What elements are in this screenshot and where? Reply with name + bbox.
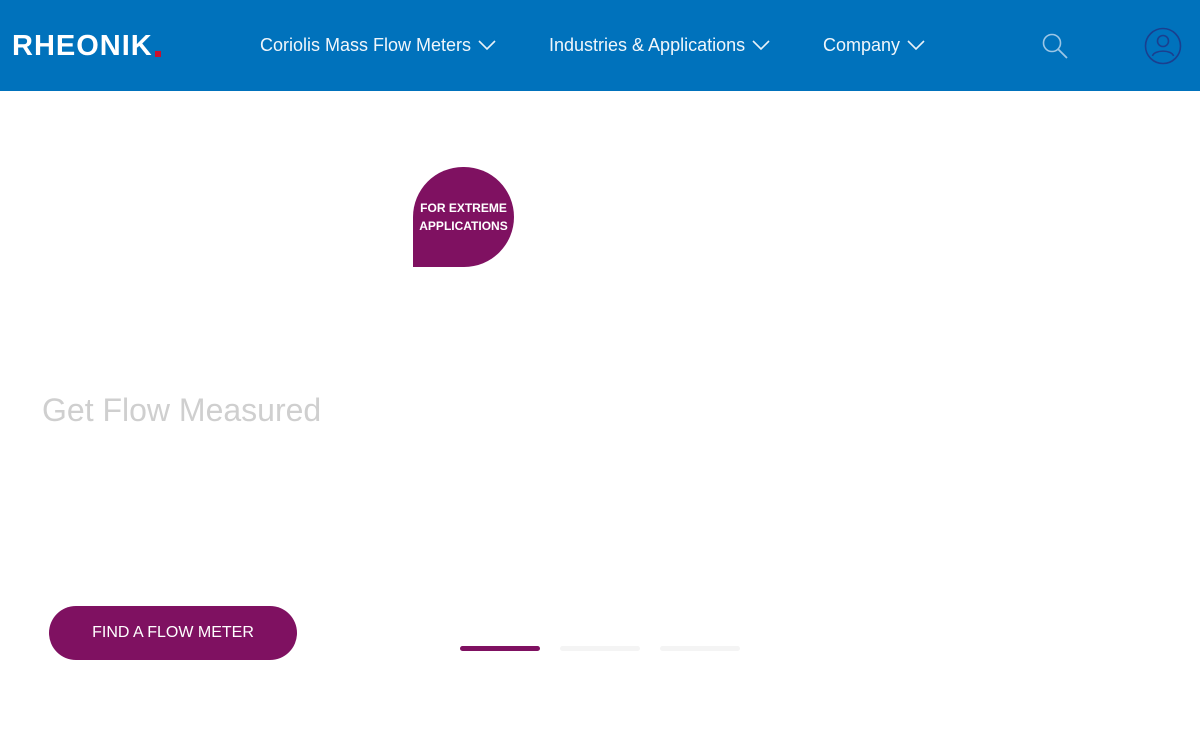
hero-title: Get Flow Measured	[42, 392, 322, 428]
slide-indicator-1-active[interactable]	[460, 646, 540, 651]
account-button[interactable]	[1144, 27, 1182, 65]
chevron-down-icon	[907, 40, 925, 51]
user-icon	[1144, 27, 1182, 65]
chevron-down-icon	[752, 40, 770, 51]
nav-label-coriolis: Coriolis Mass Flow Meters	[260, 34, 472, 55]
top-navigation-bar: RHEONIK Coriolis Mass Flow Meters Indust…	[0, 0, 1200, 91]
nav-industries-applications[interactable]: Industries & Applications	[549, 30, 770, 60]
logo-text: RHEONIK	[12, 30, 153, 62]
rheonik-logo[interactable]: RHEONIK	[12, 31, 161, 61]
chevron-down-icon	[478, 40, 496, 51]
nav-label-company: Company	[823, 34, 901, 55]
badge-line-2: APPLICATIONS	[419, 219, 508, 233]
nav-company[interactable]: Company	[823, 30, 925, 60]
search-button[interactable]	[1041, 32, 1069, 60]
badge-line-1: FOR EXTREME	[420, 201, 507, 215]
slide-indicator-3[interactable]	[660, 646, 740, 651]
search-icon	[1042, 33, 1068, 59]
slide-indicator-2[interactable]	[560, 646, 640, 651]
nav-label-industries: Industries & Applications	[549, 34, 746, 55]
extreme-applications-badge: FOR EXTREME APPLICATIONS	[413, 167, 514, 267]
find-flow-meter-button[interactable]: FIND A FLOW METER	[49, 606, 297, 660]
logo-dot	[154, 51, 161, 57]
nav-coriolis-mass-flow-meters[interactable]: Coriolis Mass Flow Meters	[260, 30, 496, 60]
